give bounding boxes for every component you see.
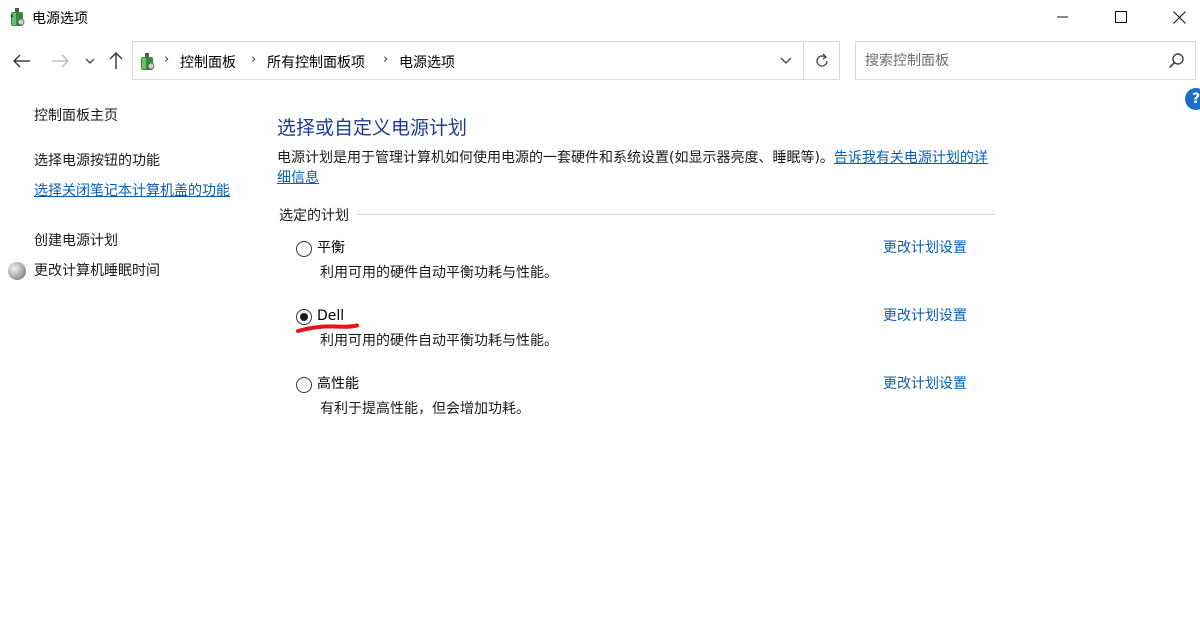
plan-name[interactable]: 高性能: [317, 374, 359, 394]
chevron-down-icon: [780, 57, 792, 64]
help-icon[interactable]: ?: [1185, 88, 1200, 110]
forward-button[interactable]: [46, 41, 74, 80]
power-options-icon: [141, 53, 155, 70]
red-underline-annotation: [296, 323, 359, 333]
address-dropdown-button[interactable]: [769, 42, 803, 79]
power-options-icon: [10, 8, 25, 26]
close-icon: [1172, 10, 1186, 24]
plan-radio-balanced[interactable]: [296, 241, 312, 257]
navigation-bar: › 控制面板 › 所有控制面板项 › 电源选项: [0, 41, 1200, 80]
back-button[interactable]: [8, 41, 36, 80]
change-plan-settings-link[interactable]: 更改计划设置: [883, 306, 967, 326]
sidebar-control-panel-home[interactable]: 控制面板主页: [34, 106, 118, 126]
search-input[interactable]: [865, 51, 1155, 71]
page-description: 电源计划是用于管理计算机如何使用电源的一套硬件和系统设置(如显示器亮度、睡眠等)…: [277, 148, 997, 188]
sidebar-item-lid-close[interactable]: 选择关闭笔记本计算机盖的功能: [34, 181, 244, 201]
breadcrumb-separator[interactable]: ›: [164, 52, 169, 67]
maximize-button[interactable]: [1092, 0, 1150, 34]
arrow-right-icon: [52, 54, 69, 67]
arrow-left-icon: [13, 54, 30, 67]
chevron-down-icon: [85, 58, 95, 64]
change-plan-settings-link[interactable]: 更改计划设置: [883, 374, 967, 394]
title-bar: 电源选项: [0, 0, 1200, 34]
window-title: 电源选项: [32, 11, 88, 27]
plan-radio-high-performance[interactable]: [296, 377, 312, 393]
up-button[interactable]: [104, 41, 128, 80]
recent-locations-button[interactable]: [80, 41, 100, 80]
change-plan-settings-link[interactable]: 更改计划设置: [883, 238, 967, 258]
sidebar-item-power-button[interactable]: 选择电源按钮的功能: [34, 151, 160, 171]
arrow-up-icon: [109, 51, 123, 69]
address-bar[interactable]: › 控制面板 › 所有控制面板项 › 电源选项: [132, 41, 840, 80]
plan-description: 有利于提高性能，但会增加功耗。: [320, 401, 530, 417]
minimize-icon: [1057, 16, 1068, 18]
breadcrumb-separator[interactable]: ›: [383, 52, 388, 67]
description-text: 电源计划是用于管理计算机如何使用电源的一套硬件和系统设置(如显示器亮度、睡眠等)…: [277, 150, 834, 166]
breadcrumb-separator[interactable]: ›: [251, 52, 256, 67]
search-icon[interactable]: [1168, 52, 1186, 70]
breadcrumb-all-items[interactable]: 所有控制面板项: [267, 52, 365, 72]
refresh-icon: [816, 53, 828, 67]
plan-description: 利用可用的硬件自动平衡功耗与性能。: [320, 265, 558, 281]
page-title: 选择或自定义电源计划: [277, 117, 468, 139]
plan-name[interactable]: 平衡: [317, 238, 345, 258]
breadcrumb-control-panel[interactable]: 控制面板: [180, 52, 236, 72]
minimize-button[interactable]: [1034, 0, 1092, 34]
group-divider: [279, 214, 995, 215]
search-box[interactable]: [855, 41, 1196, 80]
refresh-button[interactable]: [803, 42, 840, 79]
plan-group-label: 选定的计划: [279, 205, 357, 225]
sidebar-item-create-plan[interactable]: 创建电源计划: [34, 231, 118, 251]
close-button[interactable]: [1150, 0, 1200, 34]
maximize-icon: [1115, 11, 1127, 23]
sidebar-item-sleep-time[interactable]: 更改计算机睡眠时间: [34, 261, 160, 281]
sleep-moon-icon: [8, 262, 26, 280]
breadcrumb-power-options[interactable]: 电源选项: [399, 52, 455, 72]
